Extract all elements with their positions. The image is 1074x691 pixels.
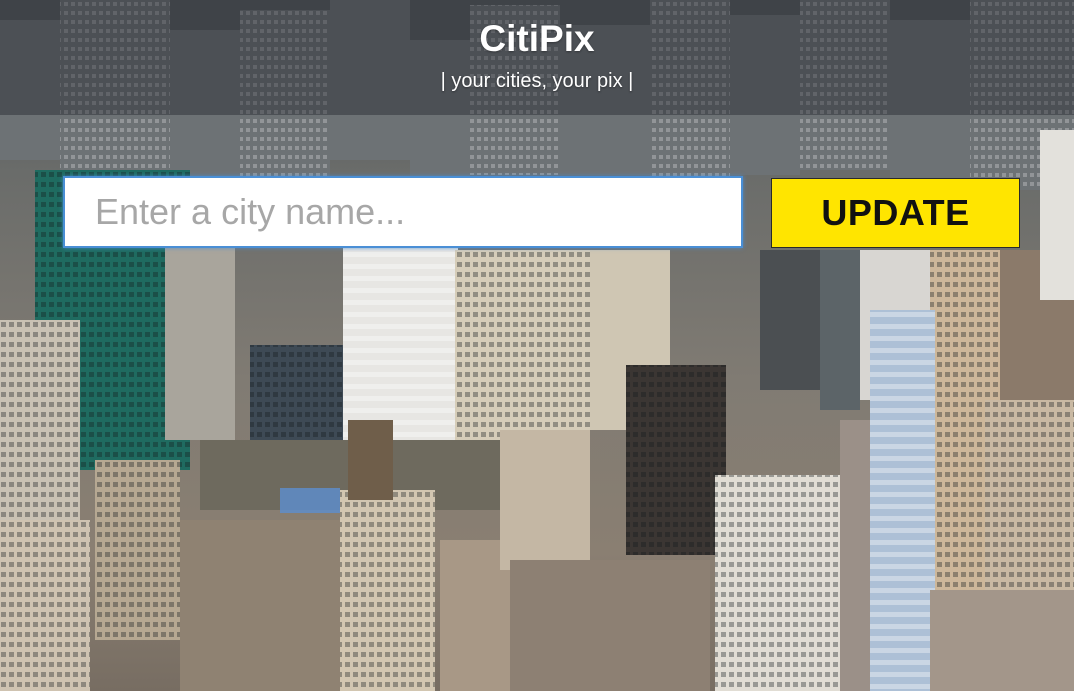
app-title: CitiPix <box>479 18 595 59</box>
update-button[interactable]: UPDATE <box>771 178 1020 248</box>
site-header: CitiPix | your cities, your pix | <box>0 0 1074 115</box>
app-tagline: | your cities, your pix | <box>440 70 634 92</box>
city-name-input[interactable] <box>63 176 743 248</box>
